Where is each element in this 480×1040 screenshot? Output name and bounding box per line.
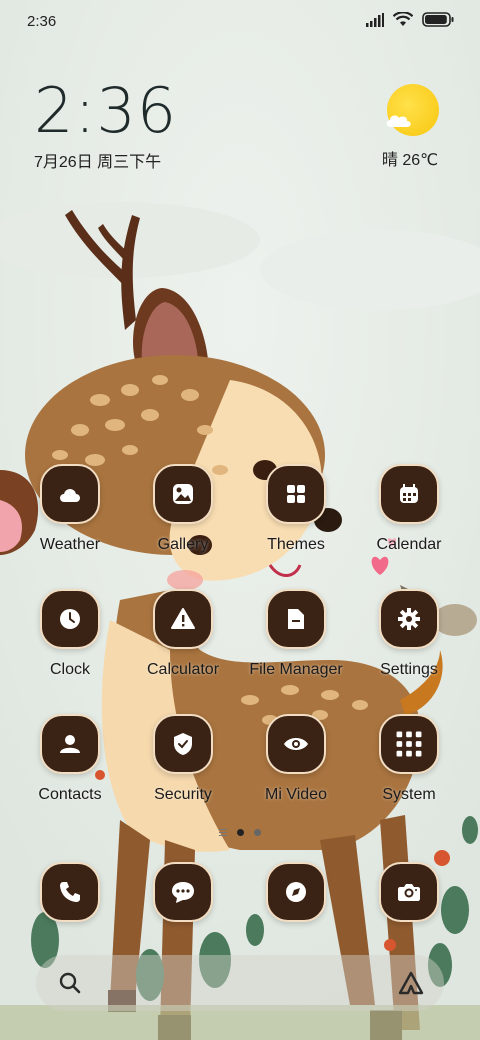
app-icon-tile[interactable] [153,464,213,524]
widget-date: 7月26日 周三下午 [34,154,162,171]
dock-camera-app[interactable] [379,862,439,922]
app-settings[interactable]: Settings [353,589,465,679]
app-calculator[interactable]: Calculator [127,589,239,679]
app-label: Weather [39,536,101,553]
clock-icon [60,609,80,629]
app-icon-tile[interactable] [379,464,439,524]
app-icon-tile[interactable] [266,862,326,922]
browser-icon [286,882,306,902]
gear-icon [398,608,420,630]
message-icon [172,882,194,903]
status-icons [366,12,454,27]
app-label: Settings [380,661,438,678]
dock-message-app[interactable] [153,862,213,922]
app-label: Calendar [376,536,442,553]
app-icon-tile[interactable] [266,464,326,524]
dock-phone-app[interactable] [40,862,100,922]
app-weather[interactable]: Weather [14,464,126,554]
battery-icon [422,12,454,27]
phone-icon [60,882,80,902]
app-themes[interactable]: Themes [240,464,352,554]
app-calendar[interactable]: Calendar [353,464,465,554]
page-dot-2 [254,829,261,836]
dock-browser-app[interactable] [266,862,326,922]
search-bar[interactable] [36,955,444,1011]
app-clock[interactable]: Clock [14,589,126,679]
app-label: Gallery [157,536,209,553]
app-label: Themes [267,536,325,553]
app-gallery[interactable]: Gallery [127,464,239,554]
page-dot-1 [237,829,244,836]
app-label: Calculator [146,661,220,678]
app-icon-tile[interactable] [40,589,100,649]
wifi-icon [393,12,413,26]
gallery-icon [173,484,193,504]
app-icon-tile[interactable] [379,589,439,649]
assistant-icon[interactable] [398,971,424,995]
contact-icon [60,735,80,753]
app-label: Contacts [38,786,102,803]
warning-icon [171,608,195,629]
app-icon-tile[interactable] [153,714,213,774]
shield-icon [174,733,192,755]
calendar-icon [400,484,418,503]
app-icon-tile[interactable] [40,862,100,922]
page-indicator [0,829,480,836]
weather-icon [60,489,80,502]
sun-cloud-icon [386,84,439,136]
app-icon-tile[interactable] [266,589,326,649]
app-icon-tile[interactable] [153,862,213,922]
app-system[interactable]: System [353,714,465,804]
app-mi-video[interactable]: Mi Video [240,714,352,804]
app-label: Mi Video [265,786,327,803]
signal-icon [366,12,384,27]
folder-icon [288,609,304,629]
weather-widget[interactable]: 晴 26℃ [378,84,448,170]
clock-widget[interactable]: 2:36 7月26日 周三下午 [34,78,177,172]
eye-icon [284,738,308,750]
status-time: 2:36 [27,13,57,30]
app-file-manager[interactable]: File Manager [240,589,352,679]
widget-time: 2:36 [34,74,178,147]
app-label: Security [154,786,212,803]
app-security[interactable]: Security [127,714,239,804]
app-icon-tile[interactable] [379,714,439,774]
app-contacts[interactable]: Contacts [14,714,126,804]
themes-icon [287,485,305,503]
status-bar: 2:36 [0,0,480,44]
app-label: File Manager [249,661,343,678]
search-icon [59,972,81,994]
camera-icon [398,884,420,901]
weather-text: 晴 26℃ [381,152,439,169]
app-label: Clock [49,661,90,678]
folder-grid-icon [396,731,422,757]
app-label: System [382,786,436,803]
app-icon-tile[interactable] [40,714,100,774]
app-icon-tile[interactable] [266,714,326,774]
page-indicator-menu-icon [219,829,227,836]
app-icon-tile[interactable] [40,464,100,524]
app-icon-tile[interactable] [379,862,439,922]
app-icon-tile[interactable] [153,589,213,649]
